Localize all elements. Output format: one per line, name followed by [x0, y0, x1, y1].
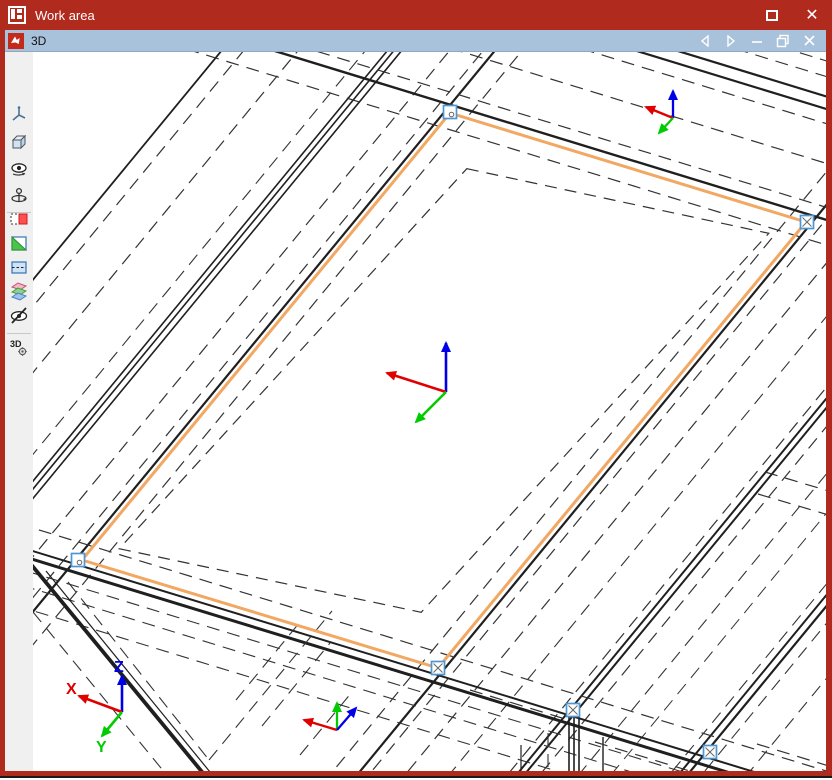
axis-triad-arrow — [657, 117, 674, 135]
axis-triad-arrow — [336, 706, 358, 731]
mdi-view-title: 3D — [31, 33, 47, 48]
dashed-hidden-line — [299, 691, 353, 756]
mdi-minimize-button[interactable] — [744, 30, 770, 52]
axis-label-z: Z — [114, 659, 124, 676]
svg-text:3D: 3D — [10, 339, 22, 349]
wireframe-box-icon[interactable] — [8, 256, 30, 278]
dashed-hidden-line — [590, 52, 826, 125]
axis-triad-arrow — [302, 717, 338, 732]
axis-triad-arrow — [385, 370, 447, 394]
axis-triad-arrow — [77, 694, 123, 714]
3d-viewport[interactable]: Z X Y — [33, 52, 826, 771]
3d-scene: Z X Y — [33, 52, 826, 771]
solid-edge-line — [33, 52, 222, 282]
toolbar-separator — [7, 333, 31, 334]
axis-triad-arrow — [414, 391, 447, 424]
close-button[interactable]: ✕ — [792, 0, 832, 30]
mdi-back-button[interactable] — [692, 30, 718, 52]
section-plane-icon[interactable] — [8, 208, 30, 230]
dashed-hidden-line — [194, 52, 826, 246]
layers-icon[interactable] — [8, 280, 30, 302]
axis-triad-arrow — [644, 105, 674, 120]
dashed-hidden-line — [756, 743, 826, 766]
forward-arrow-icon — [727, 34, 736, 47]
axis-label-y: Y — [96, 739, 107, 756]
dashed-hidden-line — [460, 52, 826, 164]
work-area-window: Work area ✕ 3D 3D Z X Y — [0, 0, 832, 780]
app-logo-icon — [8, 6, 26, 24]
restore-icon — [776, 34, 789, 47]
axis-triad-arrow — [100, 711, 123, 738]
hide-eye-icon[interactable] — [8, 304, 30, 326]
mdi-forward-button[interactable] — [718, 30, 744, 52]
maximize-button[interactable] — [752, 0, 792, 30]
close-icon — [803, 35, 815, 46]
dashed-hidden-line — [317, 52, 826, 208]
maximize-icon — [766, 9, 778, 21]
mdi-restore-button[interactable] — [770, 30, 796, 52]
dashed-hidden-line — [594, 741, 692, 771]
title-bar: Work area ✕ — [0, 0, 832, 30]
dashed-hidden-line — [764, 471, 826, 491]
solid-edge-line — [636, 52, 826, 111]
dashed-hidden-line — [33, 588, 630, 771]
mdi-title-bar: 3D — [5, 30, 826, 52]
minimize-icon — [751, 41, 762, 43]
window-border-right — [826, 30, 832, 773]
solid-edge-line — [677, 52, 826, 98]
settings-3d-icon[interactable]: 3D — [8, 336, 30, 358]
window-border-bottom — [0, 771, 832, 778]
cube-view-icon[interactable] — [8, 131, 30, 153]
dashed-hidden-line — [33, 52, 450, 558]
solid-edge-line — [45, 570, 210, 771]
orbit-icon[interactable] — [8, 185, 30, 207]
view-toolbar: 3D — [5, 52, 33, 771]
window-title: Work area — [35, 7, 95, 23]
eye-rotate-icon[interactable] — [8, 158, 30, 180]
axis-label-x: X — [66, 681, 77, 698]
shaded-view-icon[interactable] — [8, 232, 30, 254]
dashed-hidden-line — [67, 581, 210, 761]
axes-tripod-icon[interactable] — [8, 103, 30, 125]
back-arrow-icon — [700, 34, 709, 47]
dashed-hidden-line — [757, 493, 826, 515]
mdi-close-button[interactable] — [796, 30, 822, 52]
solid-edge-line — [274, 52, 826, 222]
mdi-document-icon — [8, 32, 24, 49]
solid-edge-line — [33, 550, 755, 771]
dashed-hidden-line — [795, 52, 826, 62]
